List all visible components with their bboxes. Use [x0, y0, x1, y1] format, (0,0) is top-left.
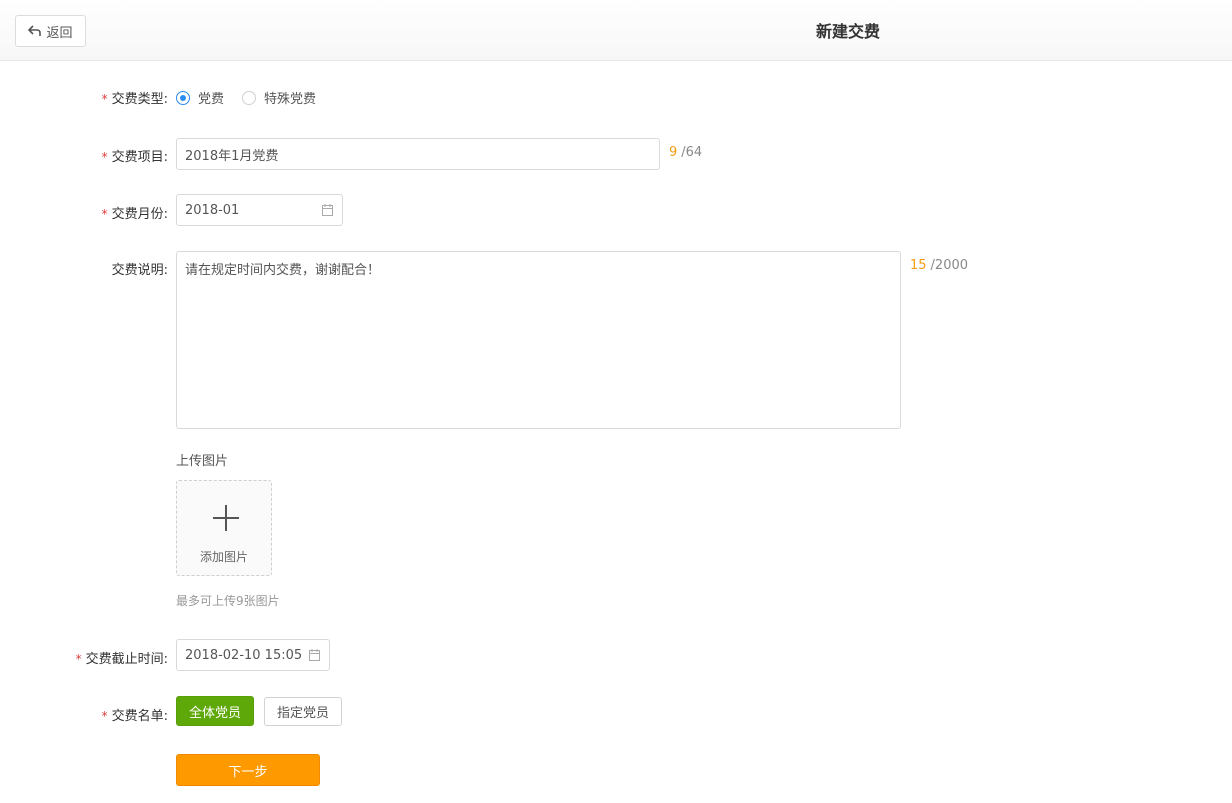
radio-dot: [176, 90, 190, 105]
deadline-value: 2018-02-10 15:05: [185, 647, 303, 663]
deadline-picker[interactable]: 2018-02-10 15:05: [176, 639, 330, 671]
radio-special-party-fee[interactable]: 特殊党费: [242, 88, 316, 107]
required-mark: *: [101, 709, 108, 723]
type-label: * 交费类型:: [101, 92, 168, 107]
project-label: * 交费项目:: [101, 150, 168, 165]
required-mark: *: [75, 652, 82, 666]
month-picker[interactable]: 2018-01: [176, 194, 343, 226]
description-counter: 15/2000: [910, 258, 969, 273]
calendar-icon: [322, 204, 333, 216]
radio-label: 党费: [198, 92, 225, 107]
deadline-label: * 交费截止时间:: [75, 652, 168, 667]
description-label: 交费说明:: [111, 263, 168, 278]
calendar-icon: [309, 649, 320, 661]
upload-label: 上传图片: [176, 454, 229, 469]
next-step-button[interactable]: 下一步: [176, 754, 320, 786]
project-input[interactable]: 2018年1月党费: [176, 138, 660, 170]
required-mark: *: [101, 92, 108, 106]
month-label: * 交费月份:: [101, 207, 168, 222]
month-value: 2018-01: [185, 202, 240, 218]
roster-label: * 交费名单:: [101, 709, 168, 724]
page-title: 新建交费: [815, 22, 880, 41]
project-counter: 9/64: [669, 145, 703, 160]
description-textarea[interactable]: 请在规定时间内交费，谢谢配合！: [176, 251, 901, 429]
add-image-label: 添加图片: [199, 550, 248, 564]
back-arrow-icon: [28, 25, 42, 36]
add-image-button[interactable]: 添加图片: [176, 480, 272, 576]
back-button[interactable]: 返回: [15, 15, 86, 47]
radio-party-fee[interactable]: 党费: [176, 88, 224, 107]
back-label: 返回: [46, 25, 73, 41]
radio-label: 特殊党费: [264, 92, 317, 107]
required-mark: *: [101, 150, 108, 164]
project-value: 2018年1月党费: [185, 148, 279, 164]
radio-dot: [242, 90, 256, 105]
plus-icon: [213, 505, 239, 531]
upload-hint: 最多可上传9张图片: [176, 594, 280, 608]
all-members-button[interactable]: 全体党员: [176, 696, 254, 726]
header-bar: 返回 新建交费: [0, 0, 1232, 61]
specific-members-button[interactable]: 指定党员: [264, 697, 342, 726]
required-mark: *: [101, 207, 108, 221]
